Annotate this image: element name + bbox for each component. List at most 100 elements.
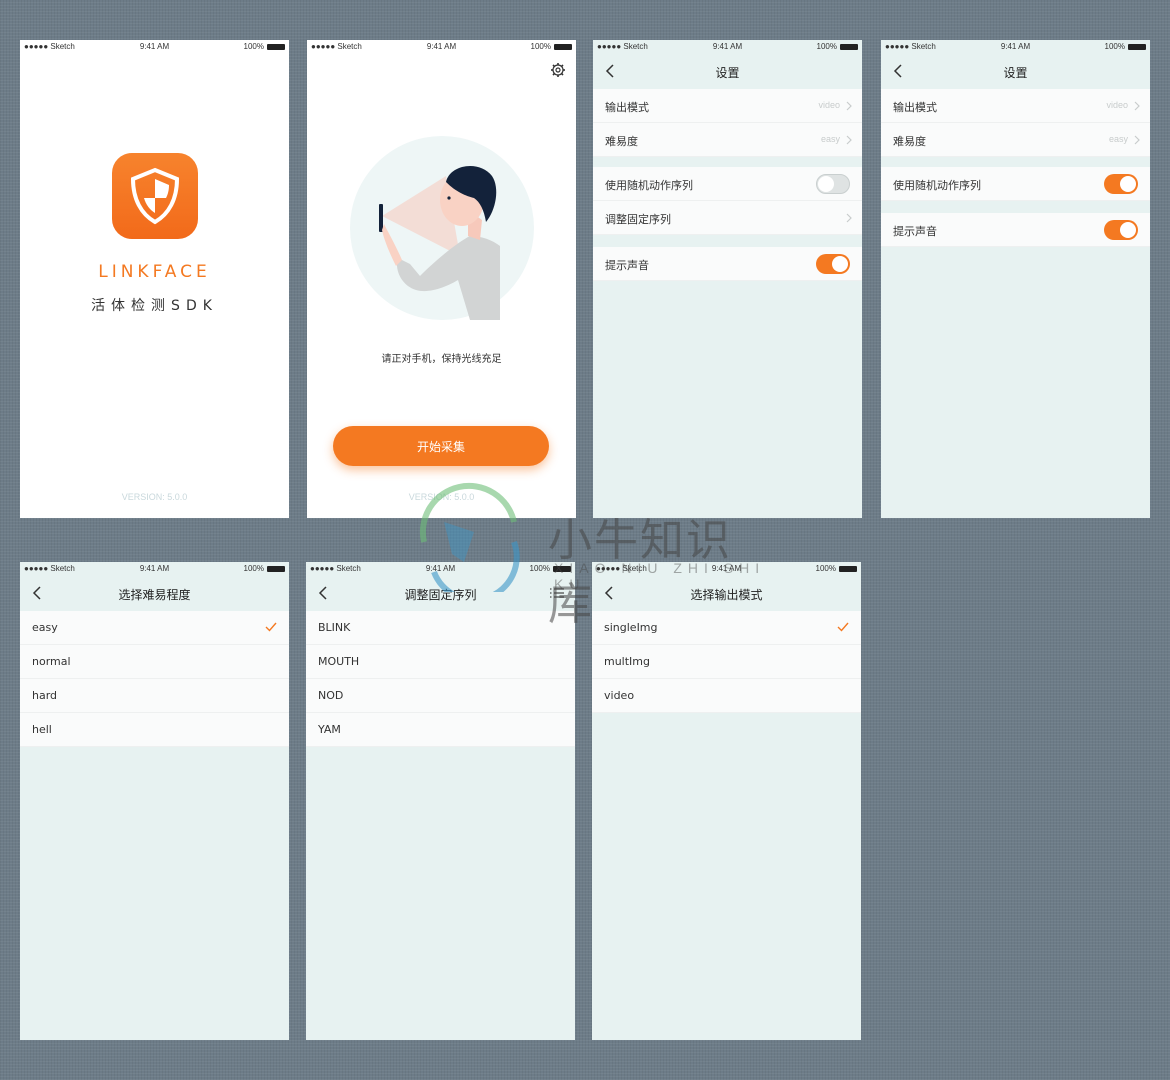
row-value: easy — [820, 134, 840, 144]
toggle-knob — [1120, 176, 1136, 192]
sequence-item-nod[interactable]: NOD — [306, 679, 575, 713]
status-bar: ●●●●● Sketch 9:41 AM 100% — [307, 40, 576, 55]
page-title: 选择难易程度 — [118, 588, 191, 602]
difficulty-option-hell[interactable]: hell — [20, 713, 289, 747]
row-value: video — [1106, 100, 1128, 110]
chevron-right-icon — [846, 135, 852, 145]
guide-screen: ●●●●● Sketch 9:41 AM 100% 请正对手机，保持光线充足 开… — [307, 40, 576, 518]
row-label: 使用随机动作序列 — [893, 179, 981, 192]
row-value: video — [818, 100, 840, 110]
start-capture-button[interactable]: 开始采集 — [333, 426, 549, 466]
chevron-right-icon — [846, 101, 852, 111]
page-title: 调整固定序列 — [404, 588, 477, 602]
option-label: singleImg — [604, 621, 658, 634]
guide-hint: 请正对手机，保持光线充足 — [381, 354, 502, 365]
item-label: MOUTH — [318, 655, 360, 668]
item-label: NOD — [318, 689, 344, 702]
status-bar: ●●●●● Sketch 9:41 AM 100% — [20, 40, 289, 55]
output-option-video[interactable]: video — [592, 679, 861, 713]
settings-row-sound: 提示声音 — [881, 213, 1150, 247]
sequence-item-yam[interactable]: YAM — [306, 713, 575, 747]
row-label: 难易度 — [605, 135, 638, 148]
output-option-multimg[interactable]: multImg — [592, 645, 861, 679]
battery-icon — [554, 43, 572, 50]
option-label: multImg — [604, 655, 650, 668]
status-bar: ●●●●● Sketch 9:41 AM 100% — [20, 562, 289, 577]
sequence-item-blink[interactable]: BLINK — [306, 611, 575, 645]
version-label: VERSION: 5.0.0 — [408, 492, 475, 502]
settings-row-difficulty[interactable]: 难易度 easy — [881, 123, 1150, 157]
gear-icon[interactable] — [550, 62, 566, 78]
shield-logo-icon — [112, 153, 198, 239]
toggle-knob — [832, 256, 848, 272]
battery-label: 100% — [243, 564, 264, 573]
battery-icon — [553, 565, 571, 572]
output-mode-screen: ●●●●● Sketch 9:41 AM 100% 选择输出模式 singleI… — [592, 562, 861, 1040]
battery-indicator: 100% — [244, 564, 285, 573]
settings-row-output-mode[interactable]: 输出模式 video — [593, 89, 862, 123]
chevron-right-icon — [1134, 135, 1140, 145]
battery-label: 100% — [816, 42, 837, 51]
option-label: hell — [32, 723, 52, 736]
battery-indicator: 100% — [530, 564, 571, 573]
settings-row-sound: 提示声音 — [593, 247, 862, 281]
page-title: 设置 — [1003, 66, 1028, 80]
nav-bar: 调整固定序列 — [306, 577, 575, 611]
difficulty-option-hard[interactable]: hard — [20, 679, 289, 713]
settings-row-random-sequence: 使用随机动作序列 — [881, 167, 1150, 201]
row-label: 输出模式 — [893, 101, 937, 114]
row-label: 使用随机动作序列 — [605, 179, 693, 192]
nav-bar: 选择难易程度 — [20, 577, 289, 611]
sequence-item-mouth[interactable]: MOUTH — [306, 645, 575, 679]
battery-icon — [267, 43, 285, 50]
battery-indicator: 100% — [1105, 42, 1146, 51]
sound-toggle[interactable] — [1104, 220, 1138, 240]
nav-bar: 设置 — [593, 55, 862, 89]
row-label: 难易度 — [893, 135, 926, 148]
output-option-singleimg[interactable]: singleImg — [592, 611, 861, 645]
settings-row-output-mode[interactable]: 输出模式 video — [881, 89, 1150, 123]
option-label: normal — [32, 655, 71, 668]
difficulty-screen: ●●●●● Sketch 9:41 AM 100% 选择难易程度 easy no… — [20, 562, 289, 1040]
settings-row-fixed-sequence[interactable]: 调整固定序列 — [593, 201, 862, 235]
option-label: hard — [32, 689, 58, 702]
battery-indicator: 100% — [244, 42, 285, 51]
battery-indicator: 100% — [817, 42, 858, 51]
settings-row-difficulty[interactable]: 难易度 easy — [593, 123, 862, 157]
toggle-knob — [1120, 222, 1136, 238]
battery-label: 100% — [1104, 42, 1125, 51]
random-sequence-toggle[interactable] — [816, 174, 850, 194]
page-title: 设置 — [715, 66, 740, 80]
row-label: 提示声音 — [605, 259, 649, 272]
battery-icon — [267, 565, 285, 572]
item-label: YAM — [318, 723, 341, 736]
page-title: 选择输出模式 — [690, 588, 763, 602]
row-value: easy — [1108, 134, 1128, 144]
row-label: 输出模式 — [605, 101, 649, 114]
reorder-list-icon[interactable] — [549, 585, 565, 601]
random-sequence-toggle[interactable] — [1104, 174, 1138, 194]
difficulty-option-normal[interactable]: normal — [20, 645, 289, 679]
battery-icon — [839, 565, 857, 572]
status-bar: ●●●●● Sketch 9:41 AM 100% — [306, 562, 575, 577]
sound-toggle[interactable] — [816, 254, 850, 274]
checkmark-icon — [265, 622, 277, 632]
nav-bar: 设置 — [881, 55, 1150, 89]
battery-indicator: 100% — [531, 42, 572, 51]
difficulty-option-easy[interactable]: easy — [20, 611, 289, 645]
splash-screen: ●●●●● Sketch 9:41 AM 100% LINKFACE 活体检测S… — [20, 40, 289, 518]
toggle-knob — [818, 176, 834, 192]
settings-screen: ●●●●● Sketch 9:41 AM 100% 设置 输出模式 video … — [593, 40, 862, 518]
battery-indicator: 100% — [816, 564, 857, 573]
battery-label: 100% — [529, 564, 550, 573]
battery-label: 100% — [530, 42, 551, 51]
face-guide-illustration — [350, 136, 534, 320]
row-label: 调整固定序列 — [605, 213, 671, 226]
status-bar: ●●●●● Sketch 9:41 AM 100% — [881, 40, 1150, 55]
battery-label: 100% — [243, 42, 264, 51]
sequence-screen: ●●●●● Sketch 9:41 AM 100% 调整固定序列 BLINK M… — [306, 562, 575, 1040]
battery-label: 100% — [815, 564, 836, 573]
battery-icon — [840, 43, 858, 50]
option-label: video — [604, 689, 635, 702]
status-bar: ●●●●● Sketch 9:41 AM 100% — [593, 40, 862, 55]
